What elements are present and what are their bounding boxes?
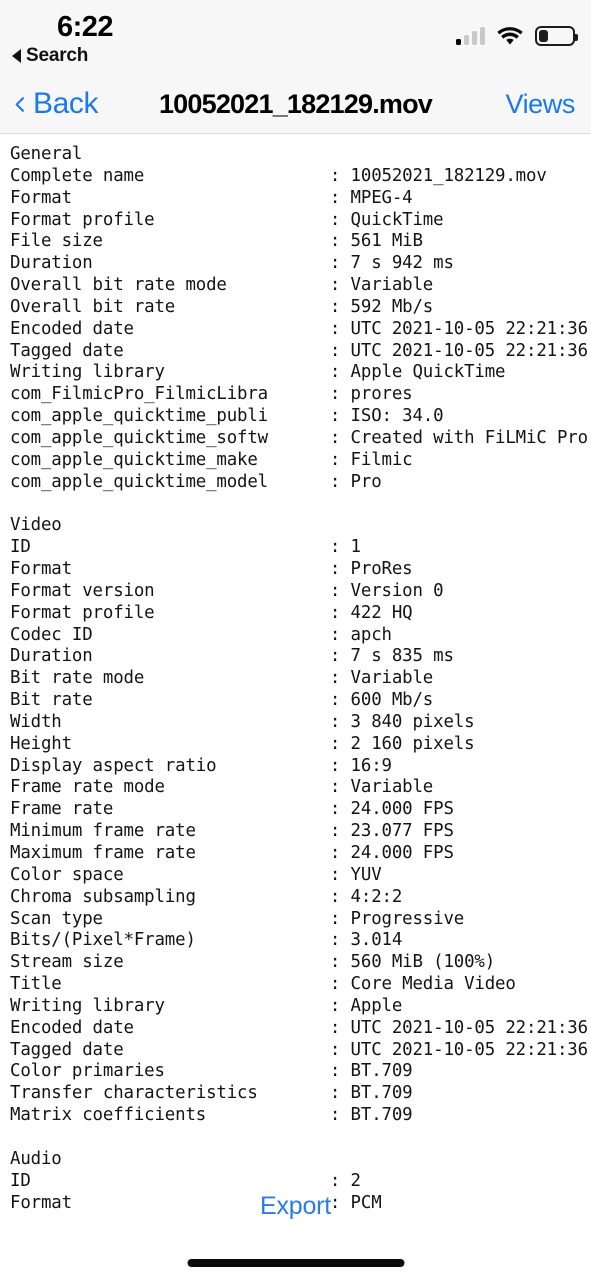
export-button[interactable]: Export xyxy=(260,1192,331,1221)
status-bar-clock: 6:22 xyxy=(57,11,114,43)
page-title: 10052021_182129.mov xyxy=(158,89,433,119)
navigation-bar: Back 10052021_182129.mov Views xyxy=(0,75,591,134)
status-bar: 6:22 Search xyxy=(0,0,591,75)
status-bar-indicators xyxy=(456,26,578,46)
home-indicator[interactable] xyxy=(187,1259,404,1267)
phone-screen: 6:22 Search Back 10052021_182129.mov Vie… xyxy=(0,0,591,1280)
mediainfo-text: General Complete name : 10052021_182129.… xyxy=(10,144,588,1213)
cellular-bars-icon xyxy=(456,27,485,45)
mediainfo-report[interactable]: General Complete name : 10052021_182129.… xyxy=(0,136,591,1226)
views-button[interactable]: Views xyxy=(505,89,575,120)
back-to-search-link[interactable]: Search xyxy=(12,45,88,67)
battery-icon xyxy=(535,26,578,46)
back-to-search-label: Search xyxy=(26,45,89,66)
export-row: Export xyxy=(0,1192,591,1221)
left-triangle-icon xyxy=(12,49,21,63)
wifi-icon xyxy=(497,26,523,46)
